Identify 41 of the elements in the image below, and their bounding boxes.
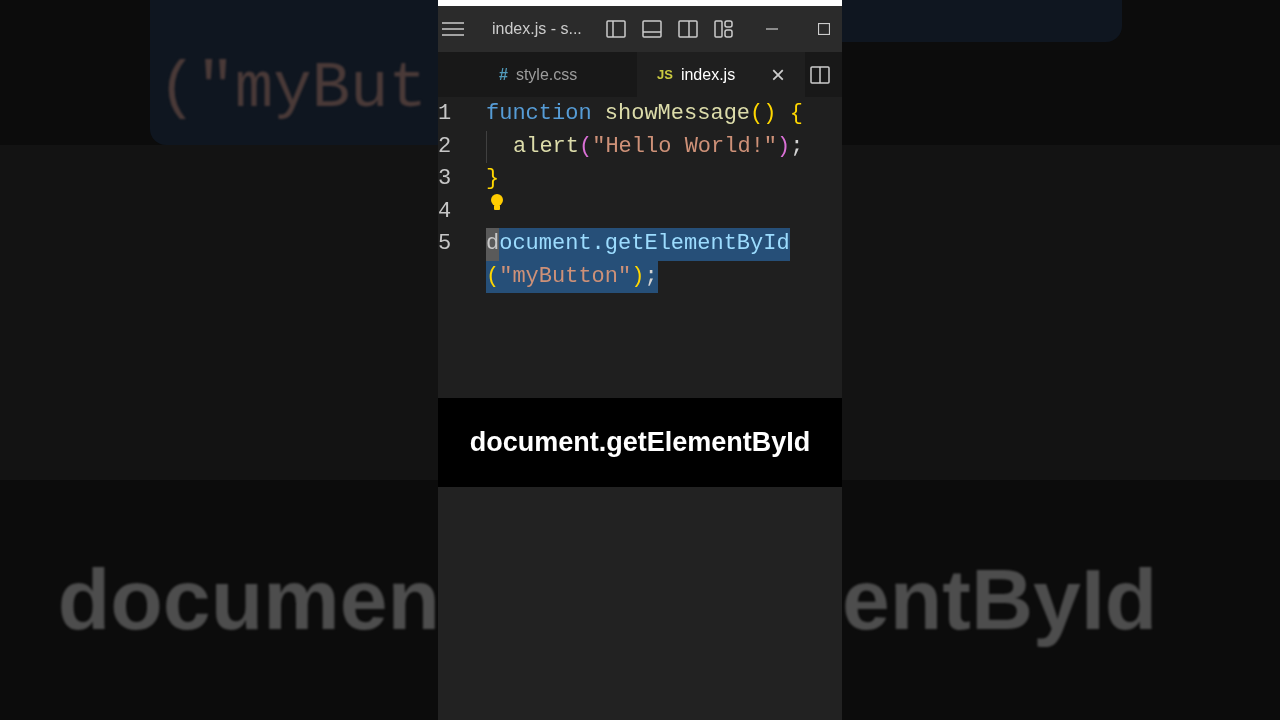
blurred-caption-text: entById <box>842 550 1159 650</box>
code-token: "myButton" <box>499 260 632 293</box>
sidebar-layout-icon[interactable] <box>605 20 626 38</box>
lightbulb-icon[interactable] <box>490 193 504 212</box>
window-title: index.js - s... <box>492 19 582 39</box>
blurred-caption-text: documen <box>57 550 440 650</box>
secondary-sidebar-icon[interactable] <box>677 20 698 38</box>
code-token: () <box>750 100 777 128</box>
tab-label: index.js <box>680 64 736 85</box>
code-token: "Hello World!" <box>592 132 778 161</box>
line-number: 2 <box>438 132 453 161</box>
code-token: ( <box>579 132 593 161</box>
code-token: ; <box>790 132 804 161</box>
code-token: showMessage <box>604 100 751 128</box>
js-file-icon: JS <box>657 64 673 85</box>
customize-layout-icon[interactable] <box>713 20 734 38</box>
line-number: 5 <box>438 230 453 258</box>
close-icon[interactable]: × <box>771 62 785 87</box>
line-number: 4 <box>438 197 453 226</box>
line-number: 3 <box>438 165 453 193</box>
code-token: ; <box>644 260 658 293</box>
split-editor-icon[interactable] <box>810 65 830 84</box>
cursor-character: d <box>486 228 500 261</box>
blurred-code-text: ("myBut <box>158 57 427 121</box>
hash-icon: # <box>499 62 508 87</box>
panel-layout-icon[interactable] <box>641 20 662 38</box>
code-token: alert <box>513 132 579 161</box>
maximize-icon[interactable] <box>817 23 830 35</box>
code-token: ocument.getElementById <box>499 228 790 261</box>
caption-text: document.getElementById <box>469 426 811 460</box>
menu-icon[interactable] <box>442 22 464 36</box>
editor-tab[interactable]: JS index.js × <box>637 52 805 97</box>
code-token: ) <box>631 260 645 293</box>
code-token: ) <box>777 132 791 161</box>
code-token: function <box>486 100 592 128</box>
line-number: 1 <box>438 100 453 128</box>
code-token: } <box>486 165 500 193</box>
minimize-icon[interactable] <box>765 28 778 30</box>
code-token: { <box>789 100 803 128</box>
tab-label: style.css <box>515 64 578 85</box>
code-token: ( <box>486 260 500 293</box>
